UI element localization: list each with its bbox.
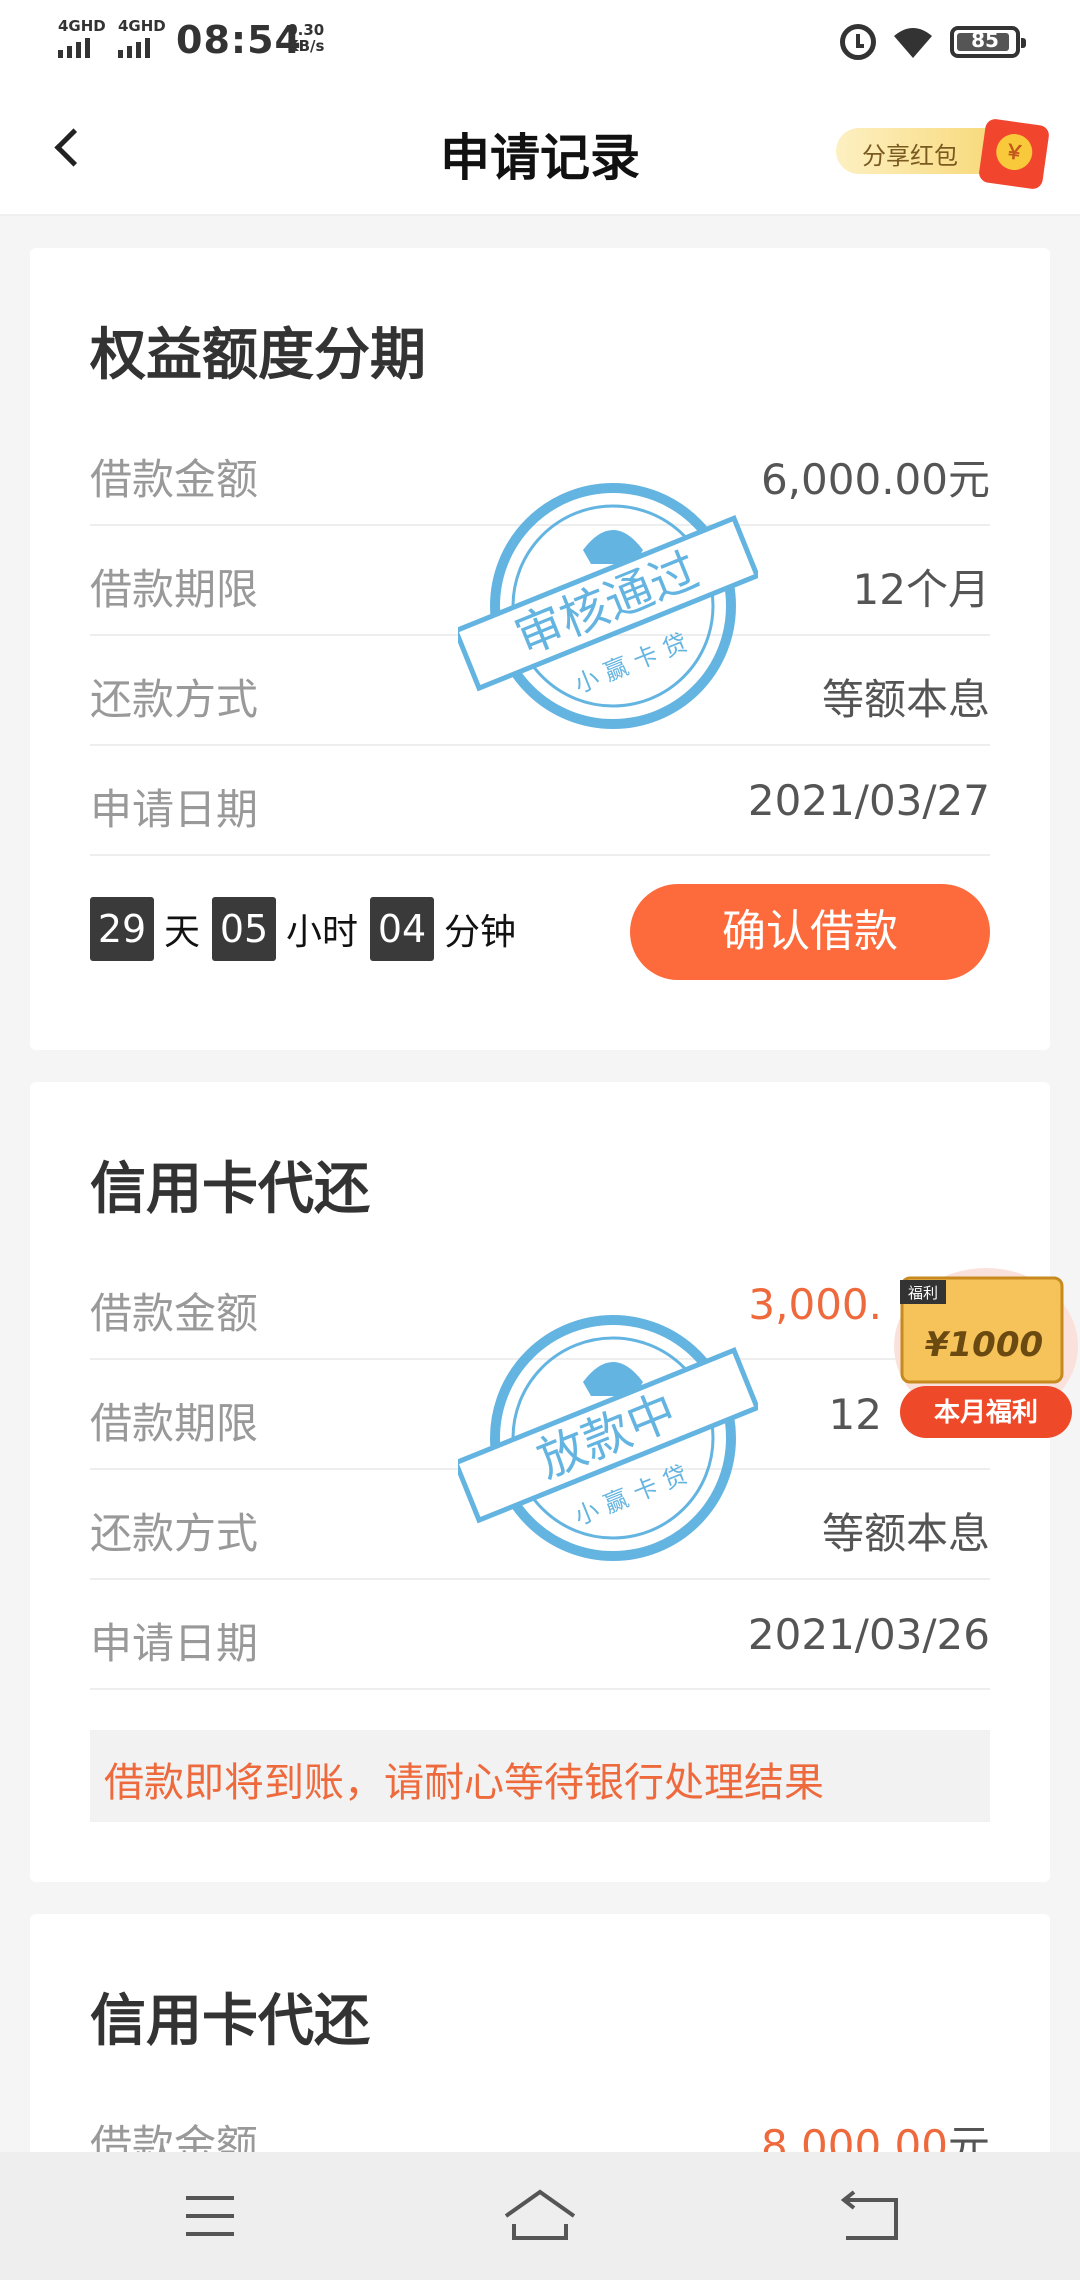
nav-bar: 申请记录 分享红包 ￥ xyxy=(0,82,1080,216)
row-value: 3,000. xyxy=(748,1280,882,1329)
disbursement-notice: 借款即将到账，请耐心等待银行处理结果 xyxy=(90,1730,990,1822)
confirm-loan-button[interactable]: 确认借款 xyxy=(630,884,990,980)
card-title: 权益额度分期 xyxy=(90,323,426,388)
welfare-label: 本月福利 xyxy=(934,1398,1038,1428)
battery-icon: 85 xyxy=(950,26,1026,58)
share-red-packet-button[interactable]: 分享红包 ￥ xyxy=(836,117,1051,191)
welfare-amount: ¥1000 xyxy=(925,1325,1043,1365)
coin-icon: ￥ xyxy=(993,131,1035,173)
countdown-minutes-unit: 分钟 xyxy=(444,912,517,953)
row-label: 借款金额 xyxy=(90,1289,259,1338)
welfare-tag: 福利 xyxy=(908,1284,938,1302)
alarm-icon xyxy=(840,24,876,60)
battery-level: 85 xyxy=(971,28,999,52)
row-label: 还款方式 xyxy=(90,1509,259,1558)
welfare-gift-icon: 福利 ¥1000 本月福利 xyxy=(894,1268,1078,1438)
record-card-2[interactable]: 信用卡代还 借款金额 3,000. 借款期限 12 还款方式 等额本息 申请日期… xyxy=(30,1082,1050,1882)
monthly-welfare-float[interactable]: 福利 ¥1000 本月福利 xyxy=(892,1268,1080,1448)
net-speed-value: 0.30 xyxy=(287,21,325,39)
home-icon[interactable] xyxy=(490,2182,590,2252)
status-bar: 4GHD 4GHD 08:54 0.30 KB/s 85 xyxy=(0,0,1080,82)
row-label: 借款期限 xyxy=(90,565,259,614)
row-apply-date: 申请日期 2021/03/27 xyxy=(90,746,990,856)
disbursing-stamp-icon: 放款中 小 赢 卡 贷 xyxy=(458,1315,758,1561)
row-value: 2021/03/27 xyxy=(747,776,990,825)
row-apply-date: 申请日期 2021/03/26 xyxy=(90,1580,990,1690)
wifi-icon xyxy=(894,28,932,58)
menu-icon[interactable] xyxy=(160,2182,260,2252)
countdown-timer: 29 天 05 小时 04 分钟 xyxy=(90,896,528,962)
system-nav-bar xyxy=(0,2152,1080,2280)
row-value: 等额本息 xyxy=(821,675,990,724)
notice-text: 借款即将到账，请耐心等待银行处理结果 xyxy=(104,1760,824,1806)
row-label: 申请日期 xyxy=(90,785,259,834)
share-label: 分享红包 xyxy=(862,142,958,170)
row-value: 12个月 xyxy=(852,565,990,614)
sim2-label: 4GHD xyxy=(118,17,166,35)
row-label: 借款期限 xyxy=(90,1399,259,1448)
record-card-1[interactable]: 权益额度分期 借款金额 6,000.00元 借款期限 12个月 还款方式 等额本… xyxy=(30,248,1050,1050)
card-title: 信用卡代还 xyxy=(90,1157,370,1222)
signal-sim2: 4GHD xyxy=(118,18,166,58)
row-value: 2021/03/26 xyxy=(747,1610,990,1659)
row-value: 等额本息 xyxy=(821,1509,990,1558)
net-speed: 0.30 KB/s xyxy=(287,22,324,54)
net-speed-unit: KB/s xyxy=(287,37,325,55)
row-label: 申请日期 xyxy=(90,1619,259,1668)
row-value: 12 xyxy=(828,1390,882,1439)
row-label: 还款方式 xyxy=(90,675,259,724)
card-title: 信用卡代还 xyxy=(90,1989,370,2054)
approved-stamp-icon: 审核通过 小 赢 卡 贷 xyxy=(458,483,758,729)
row-value: 6,000.00元 xyxy=(760,455,990,504)
countdown-days-unit: 天 xyxy=(164,912,201,953)
clock: 08:54 xyxy=(176,18,302,62)
back-icon[interactable] xyxy=(820,2182,920,2252)
signal-sim1: 4GHD xyxy=(58,18,106,58)
red-envelope-icon: ￥ xyxy=(977,117,1051,191)
countdown-minutes: 04 xyxy=(370,897,435,961)
countdown-hours: 05 xyxy=(212,897,277,961)
sim1-label: 4GHD xyxy=(58,17,106,35)
row-label: 借款金额 xyxy=(90,455,259,504)
countdown-days: 29 xyxy=(90,897,154,961)
countdown-hours-unit: 小时 xyxy=(286,912,359,953)
